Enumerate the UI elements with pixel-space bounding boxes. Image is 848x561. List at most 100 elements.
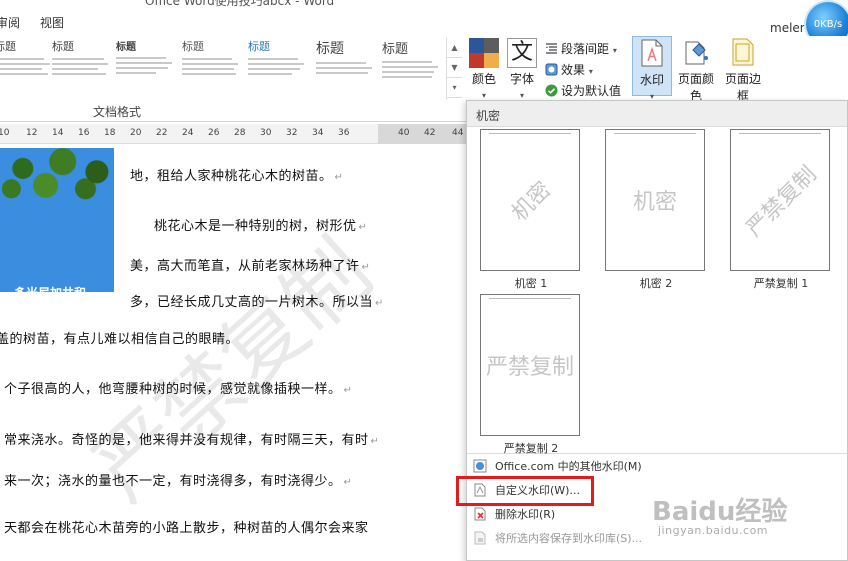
paragraph-spacing-icon	[545, 42, 558, 55]
document-text: 多，已经长成几丈高的一片树木。所以当	[130, 295, 374, 310]
document-text-line[interactable]: 盖的树苗，有点儿难以相信自己的眼睛。	[0, 328, 239, 347]
watermark-gallery-item[interactable]: 严禁复制严禁复制 2	[480, 294, 582, 456]
remove-watermark-item[interactable]: 删除水印(R)	[473, 505, 643, 525]
more-watermarks-office-item[interactable]: Office.com 中的其他水印(M)	[473, 457, 643, 477]
paragraph-mark-icon: ↵	[375, 298, 384, 309]
style-set-item[interactable]: 标题	[248, 38, 310, 96]
ruler-tick-label: 20	[130, 128, 142, 138]
tab-view[interactable]: 视图	[40, 14, 64, 31]
ruler-tick-label: 22	[156, 128, 168, 138]
ruler-tick-label: 44	[452, 128, 464, 138]
gallery-expand-icon[interactable]: ▾	[447, 78, 462, 98]
effects-icon	[545, 63, 558, 76]
chevron-down-icon: ▾	[612, 46, 617, 55]
style-set-item[interactable]: 标题	[0, 38, 56, 96]
set-as-default-label: 设为默认值	[561, 84, 622, 98]
tab-review[interactable]: 审阅	[0, 14, 20, 31]
document-text-line[interactable]: 桃花心木是一种特别的树，树形优 ↵	[154, 215, 367, 234]
gallery-scroll-up-icon[interactable]: ▲	[447, 38, 462, 58]
document-text-line[interactable]: 来一次；浇水的量也不一定，有时浇得多，有时浇得少。 ↵	[4, 470, 352, 489]
save-gallery-icon	[473, 531, 487, 545]
gallery-scroll-down-icon[interactable]: ▼	[447, 58, 462, 78]
effects-button[interactable]: 效果 ▾	[545, 61, 593, 78]
save-to-watermark-gallery-item[interactable]: 将所选内容保存到水印库(S)...	[473, 529, 643, 549]
watermark-preview-page: 严禁复制	[480, 294, 580, 436]
style-set-gallery: 标题 标题 标题 标题 标题 标题 标题	[0, 38, 446, 96]
ruler-tick-label: 26	[208, 128, 220, 138]
document-text: 地，租给人家种桃花心木的树苗。	[130, 169, 333, 184]
ruler-tick-label: 30	[260, 128, 272, 138]
style-set-item[interactable]: 标题	[182, 38, 244, 96]
paragraph-spacing-label: 段落间距	[561, 42, 610, 56]
style-set-item[interactable]: 标题	[116, 38, 178, 96]
ruler-tick-label: 42	[424, 128, 436, 138]
paint-bucket-icon	[681, 38, 711, 68]
watermark-label: 水印	[639, 73, 664, 87]
annotation-highlight-box	[456, 476, 594, 506]
watermark-item-label: 机密 2	[639, 277, 673, 290]
paragraph-mark-icon: ↵	[334, 172, 344, 183]
remove-watermark-icon	[473, 507, 487, 521]
watermark-section-title: 机密	[476, 109, 501, 123]
style-set-title: 标题	[52, 40, 74, 53]
group-label-document-formatting: 文档格式	[93, 105, 142, 119]
ruler-tick-label: 10	[0, 128, 10, 138]
watermark-button[interactable]: 水印 ▾	[632, 36, 672, 101]
style-set-title: 标题	[0, 40, 16, 53]
page-borders-button[interactable]: 页面边框	[720, 38, 766, 104]
style-set-title: 标题	[248, 40, 270, 53]
watermark-preview-page: 严禁复制	[730, 129, 830, 271]
paragraph-mark-icon: ↵	[370, 436, 380, 447]
paragraph-spacing-button[interactable]: 段落间距 ▾	[545, 40, 617, 57]
page-borders-label: 页面边框	[724, 72, 761, 103]
document-text-line[interactable]: 地，租给人家种桃花心木的树苗。 ↵	[130, 165, 343, 184]
document-text-line[interactable]: 美，高大而笔直，从前老家林场种了许 ↵	[130, 255, 370, 274]
style-set-title: 标题	[182, 40, 204, 53]
watermark-preview-page: 机密	[480, 129, 580, 271]
style-set-title: 标题	[316, 41, 344, 57]
ruler-tick-label: 24	[182, 128, 194, 138]
watermark-gallery-item[interactable]: 机密机密 2	[605, 129, 707, 291]
menu-bar: 审阅 视图 meler	[0, 8, 848, 36]
watermark-item-label: 严禁复制 2	[503, 442, 559, 455]
network-speed-value: 0KB/s	[813, 18, 843, 30]
watermark-gallery-item[interactable]: 严禁复制 严禁复制 1	[730, 129, 832, 291]
horizontal-ruler[interactable]: 10 12 14 16 18 20 22 24 26 28 30 32 34 36 40 42 44	[0, 124, 470, 144]
style-set-item[interactable]: 标题	[316, 38, 378, 96]
paragraph-mark-icon: ↵	[361, 262, 371, 273]
document-text-line[interactable]: 个子很高的人，他弯腰种树的时候，感觉就像插秧一样。 ↵	[4, 378, 352, 397]
watermark-gallery-item[interactable]: 机密 机密 1	[480, 129, 582, 291]
paragraph-mark-icon: ↵	[343, 477, 353, 488]
set-as-default-button[interactable]: 设为默认值	[545, 82, 621, 99]
document-text: 桃花心木是一种特别的树，树形优	[154, 219, 357, 234]
fonts-button[interactable]: 文 字体 ▾	[504, 38, 540, 101]
save-to-watermark-gallery-item-label: 将所选内容保存到水印库(S)...	[495, 532, 643, 545]
watermark-preview-text: 严禁复制	[741, 161, 822, 242]
document-page[interactable]: 多米尼加共和 严禁复制 地，租给人家种桃花心木的树苗。↵桃花心木是一种特别的树，…	[0, 145, 470, 561]
checkmark-icon	[545, 84, 558, 97]
document-text-line[interactable]: 常来浇水。奇怪的是，他来得并没有规律，有时隔三天，有时 ↵	[4, 429, 379, 448]
style-set-item[interactable]: 标题	[382, 38, 444, 96]
font-icon: 文	[507, 38, 537, 68]
ruler-tick-label: 32	[286, 128, 298, 138]
title-bar: Office Word使用技巧abcx - Word	[0, 0, 848, 8]
document-image[interactable]: 多米尼加共和	[0, 148, 114, 292]
paragraph-mark-icon: ↵	[358, 222, 368, 233]
document-text-line[interactable]: 天都会在桃花心木苗旁的小路上散步，种树苗的人偶尔会来家	[4, 517, 369, 536]
document-text: 美，高大而笔直，从前老家林场种了许	[130, 259, 360, 274]
ruler-tick-label: 16	[78, 128, 90, 138]
chevron-down-icon: ▾	[588, 67, 593, 76]
page-color-label: 页面颜色	[677, 72, 714, 103]
user-name[interactable]: meler	[770, 21, 805, 35]
document-text-line[interactable]: 多，已经长成几丈高的一片树木。所以当 ↵	[130, 291, 384, 310]
document-text: 常来浇水。奇怪的是，他来得并没有规律，有时隔三天，有时	[4, 433, 369, 448]
colors-button[interactable]: 颜色 ▾	[466, 38, 502, 101]
page-border-icon	[728, 38, 758, 68]
watermark-icon	[637, 39, 667, 69]
baidu-jingyan-logo: Baidu经验	[652, 497, 788, 527]
watermark-preview-text: 机密	[632, 190, 677, 215]
watermark-preview-text: 严禁复制	[485, 355, 574, 380]
style-set-item[interactable]: 标题	[52, 38, 114, 96]
ruler-tick-label: 40	[398, 128, 410, 138]
image-caption: 多米尼加共和	[14, 284, 86, 292]
